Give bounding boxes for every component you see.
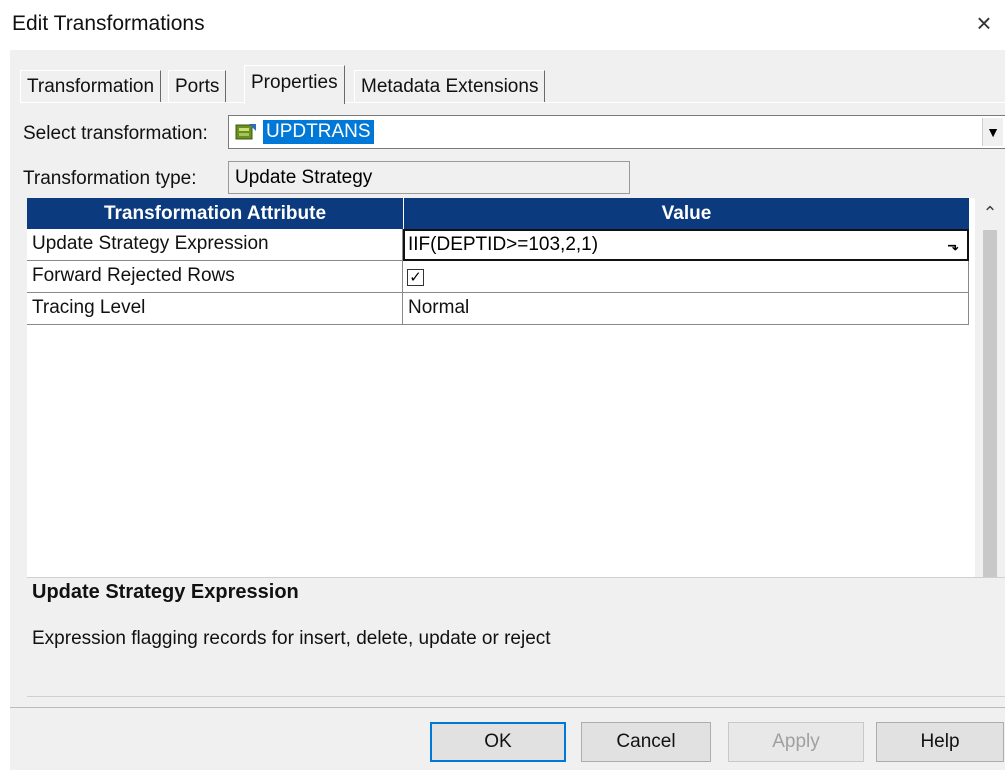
chevron-down-icon[interactable]: ▼ <box>982 118 1003 146</box>
scroll-thumb[interactable] <box>983 230 997 578</box>
expression-value: IIF(DEPTID>=103,2,1) <box>408 234 599 255</box>
grid-row-attribute[interactable]: Tracing Level <box>27 293 403 325</box>
tracing-level-value[interactable]: Normal <box>403 293 969 325</box>
transformation-type-label: Transformation type: <box>23 168 197 189</box>
select-transformation-dropdown[interactable]: UPDTRANS ▼ <box>228 115 1005 149</box>
title-bar: Edit Transformations × <box>0 0 1005 50</box>
scroll-up-icon[interactable]: ⌃ <box>975 200 1005 226</box>
cancel-button[interactable]: Cancel <box>581 722 711 762</box>
tab-ports[interactable]: Ports <box>168 70 227 103</box>
tab-properties[interactable]: Properties <box>244 65 345 104</box>
ok-button[interactable]: OK <box>430 722 566 762</box>
help-button[interactable]: Help <box>876 722 1004 762</box>
transformation-type-field: Update Strategy <box>228 161 630 194</box>
update-strategy-icon <box>235 124 256 140</box>
window-title: Edit Transformations <box>12 12 205 35</box>
tab-transformation[interactable]: Transformation <box>20 70 162 103</box>
attribute-description-panel: Update Strategy Expression Expression fl… <box>27 577 1005 697</box>
expression-editor-icon[interactable]: ⬎ <box>945 236 961 254</box>
divider <box>10 707 1005 708</box>
description-title: Update Strategy Expression <box>32 581 299 603</box>
close-icon[interactable]: × <box>969 8 999 38</box>
grid-row-value <box>403 261 969 293</box>
dialog-body: Transformation Ports Properties Metadata… <box>10 50 1005 770</box>
grid-scrollbar[interactable]: ⌃ ⌄ <box>975 198 1005 614</box>
grid-row-attribute[interactable]: Update Strategy Expression <box>27 229 403 261</box>
apply-button[interactable]: Apply <box>728 722 864 762</box>
description-text: Expression flagging records for insert, … <box>32 628 551 649</box>
select-transformation-value: UPDTRANS <box>263 120 374 144</box>
properties-grid: Transformation Attribute Value Update St… <box>27 198 975 563</box>
forward-rejected-rows-checkbox[interactable]: ✓ <box>407 269 424 286</box>
grid-header-attribute: Transformation Attribute <box>27 198 404 229</box>
select-transformation-label: Select transformation: <box>23 123 208 144</box>
grid-row-attribute[interactable]: Forward Rejected Rows <box>27 261 403 293</box>
tab-metadata-extensions[interactable]: Metadata Extensions <box>354 70 546 103</box>
tab-panel-border <box>20 102 1005 103</box>
update-strategy-expression-field[interactable]: IIF(DEPTID>=103,2,1) ⬎ <box>403 229 969 261</box>
grid-header-value: Value <box>404 198 969 229</box>
